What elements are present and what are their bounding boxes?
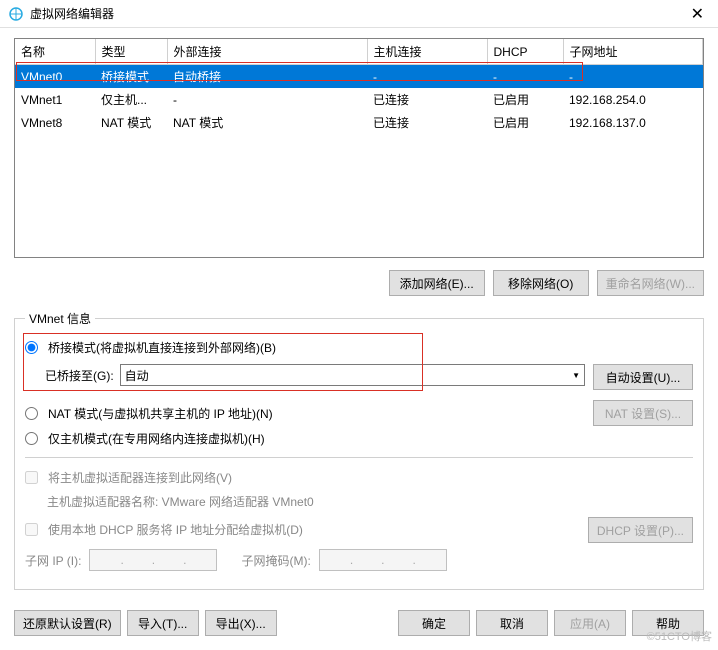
cell-name: VMnet1	[15, 88, 95, 111]
watermark: ©51CTO博客	[647, 628, 712, 644]
remove-network-button[interactable]: 移除网络(O)	[493, 270, 589, 296]
cell-name: VMnet0	[15, 65, 95, 89]
dhcp-checkbox	[25, 523, 38, 536]
subnet-ip-input: ...	[89, 549, 217, 571]
cell-host: 已连接	[367, 111, 487, 134]
cell-host: -	[367, 65, 487, 89]
dhcp-check-label: 使用本地 DHCP 服务将 IP 地址分配给虚拟机(D)	[48, 521, 303, 538]
cell-ext: NAT 模式	[167, 111, 367, 134]
export-button[interactable]: 导出(X)...	[205, 610, 277, 636]
col-external[interactable]: 外部连接	[167, 39, 367, 65]
table-row[interactable]: VMnet1 仅主机... - 已连接 已启用 192.168.254.0	[15, 88, 703, 111]
subnet-mask-input: ...	[319, 549, 447, 571]
cell-subnet: 192.168.137.0	[563, 111, 703, 134]
rename-network-button: 重命名网络(W)...	[597, 270, 704, 296]
footer: 还原默认设置(R) 导入(T)... 导出(X)... 确定 取消 应用(A) …	[0, 600, 718, 646]
nat-radio-label: NAT 模式(与虚拟机共享主机的 IP 地址)(N)	[48, 405, 273, 422]
col-subnet[interactable]: 子网地址	[563, 39, 703, 65]
cell-type: NAT 模式	[95, 111, 167, 134]
bridged-to-select[interactable]: 自动 ▼	[120, 364, 585, 386]
restore-defaults-button[interactable]: 还原默认设置(R)	[14, 610, 121, 636]
col-dhcp[interactable]: DHCP	[487, 39, 563, 65]
chevron-down-icon: ▼	[572, 371, 580, 380]
subnet-ip-label: 子网 IP (I):	[25, 552, 81, 569]
cell-subnet: -	[563, 65, 703, 89]
cell-type: 仅主机...	[95, 88, 167, 111]
cell-subnet: 192.168.254.0	[563, 88, 703, 111]
subnet-mask-label: 子网掩码(M):	[241, 552, 310, 569]
col-name[interactable]: 名称	[15, 39, 95, 65]
host-adapter-label: 将主机虚拟适配器连接到此网络(V)	[48, 469, 232, 486]
add-network-button[interactable]: 添加网络(E)...	[389, 270, 485, 296]
nat-settings-button: NAT 设置(S)...	[593, 400, 693, 426]
titlebar: 虚拟网络编辑器 ✕	[0, 0, 718, 28]
apply-button: 应用(A)	[554, 610, 626, 636]
close-button[interactable]: ✕	[685, 4, 710, 24]
nat-radio[interactable]	[25, 407, 38, 420]
cell-type: 桥接模式	[95, 65, 167, 89]
bridged-to-value: 自动	[125, 367, 149, 384]
cell-dhcp: 已启用	[487, 111, 563, 134]
col-host[interactable]: 主机连接	[367, 39, 487, 65]
import-button[interactable]: 导入(T)...	[127, 610, 199, 636]
network-table: 名称 类型 外部连接 主机连接 DHCP 子网地址 VMnet0 桥接模式 自动…	[14, 38, 704, 258]
host-adapter-name: 主机虚拟适配器名称: VMware 网络适配器 VMnet0	[25, 491, 693, 516]
cell-dhcp: 已启用	[487, 88, 563, 111]
cancel-button[interactable]: 取消	[476, 610, 548, 636]
cell-ext: 自动桥接	[167, 65, 367, 89]
cell-dhcp: -	[487, 65, 563, 89]
bridged-to-label: 已桥接至(G):	[45, 367, 114, 384]
cell-host: 已连接	[367, 88, 487, 111]
hostonly-radio[interactable]	[25, 432, 38, 445]
bridged-radio-label: 桥接模式(将虚拟机直接连接到外部网络)(B)	[48, 339, 276, 356]
bridged-radio[interactable]	[25, 341, 38, 354]
vmnet-info-legend: VMnet 信息	[25, 310, 95, 327]
hostonly-radio-label: 仅主机模式(在专用网络内连接虚拟机)(H)	[48, 430, 265, 447]
col-type[interactable]: 类型	[95, 39, 167, 65]
app-icon	[8, 6, 24, 22]
auto-settings-button[interactable]: 自动设置(U)...	[593, 364, 693, 390]
table-row[interactable]: VMnet8 NAT 模式 NAT 模式 已连接 已启用 192.168.137…	[15, 111, 703, 134]
dhcp-settings-button: DHCP 设置(P)...	[588, 517, 693, 543]
table-row[interactable]: VMnet0 桥接模式 自动桥接 - - -	[15, 65, 703, 89]
table-header-row: 名称 类型 外部连接 主机连接 DHCP 子网地址	[15, 39, 703, 65]
cell-ext: -	[167, 88, 367, 111]
cell-name: VMnet8	[15, 111, 95, 134]
window-title: 虚拟网络编辑器	[30, 5, 685, 22]
host-adapter-checkbox	[25, 471, 38, 484]
vmnet-info-group: VMnet 信息 桥接模式(将虚拟机直接连接到外部网络)(B) 已桥接至(G):…	[14, 310, 704, 590]
ok-button[interactable]: 确定	[398, 610, 470, 636]
